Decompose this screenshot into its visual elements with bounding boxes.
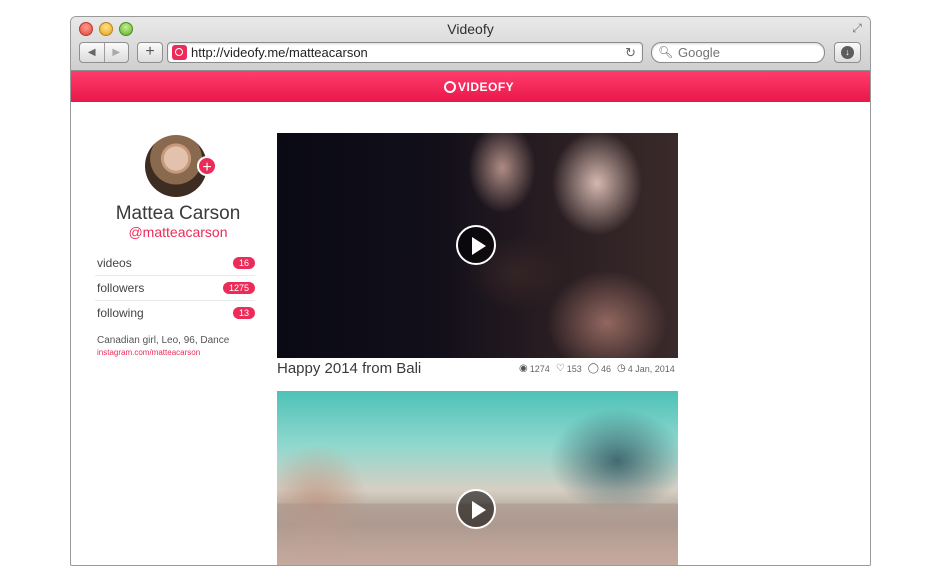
video-thumbnail[interactable]	[277, 133, 678, 358]
comments-stat[interactable]: ◯ 46	[588, 363, 611, 374]
back-button[interactable]: ◀	[80, 43, 104, 62]
comments-count: 46	[600, 363, 611, 374]
video-thumbnail[interactable]	[277, 391, 678, 565]
stat-label: videos	[97, 256, 132, 270]
likes-stat[interactable]: ♡ 153	[556, 363, 582, 374]
video-title[interactable]: Happy 2014 from Bali	[277, 360, 421, 377]
date-stat: ◷ 4 Jan, 2014	[617, 363, 675, 374]
forward-button[interactable]: ▶	[103, 43, 129, 62]
stat-videos[interactable]: videos 16	[95, 251, 255, 276]
new-tab-button[interactable]: +	[137, 42, 163, 63]
browser-window: Videofy ⤢ ◀ ▶ + http://videofy.me/mattea…	[70, 16, 871, 566]
address-bar[interactable]: http://videofy.me/matteacarson ↻	[167, 42, 643, 63]
download-icon: ↓	[841, 46, 854, 59]
profile-handle[interactable]: @matteacarson	[91, 224, 265, 240]
back-forward-control: ◀ ▶	[79, 42, 129, 63]
site-logo[interactable]: VIDEOFY	[444, 79, 514, 95]
browser-toolbar: Videofy ⤢ ◀ ▶ + http://videofy.me/mattea…	[71, 17, 870, 71]
search-icon: 🔍︎	[658, 45, 674, 59]
stat-label: followers	[97, 281, 145, 295]
stat-count-badge: 13	[232, 307, 255, 319]
stat-following[interactable]: following 13	[95, 301, 255, 325]
search-input[interactable]	[678, 43, 818, 62]
profile-name: Mattea Carson	[115, 203, 241, 224]
stat-count-badge: 1275	[222, 282, 255, 294]
stat-label: following	[97, 306, 144, 320]
logo-text: VIDEOFY	[458, 80, 515, 94]
reload-icon[interactable]: ↻	[625, 43, 636, 62]
profile-bio: Canadian girl, Leo, 96, Dance	[97, 335, 230, 346]
clock-icon: ◷	[616, 363, 626, 374]
likes-count: 153	[566, 363, 582, 374]
play-icon[interactable]	[456, 489, 496, 529]
search-field[interactable]: 🔍︎	[651, 42, 825, 63]
heart-icon: ♡	[555, 363, 565, 374]
window-title: Videofy	[447, 21, 494, 37]
video-stats: ◉ 1274 ♡ 153 ◯ 46 ◷ 4 Jan, 2014	[519, 363, 675, 374]
follow-button[interactable]: +	[197, 156, 217, 176]
site-header: VIDEOFY	[71, 71, 870, 102]
stat-count-badge: 16	[232, 257, 255, 269]
favicon-icon	[172, 45, 187, 60]
eye-icon: ◉	[519, 363, 528, 374]
views-stat: ◉ 1274	[519, 363, 550, 374]
stat-followers[interactable]: followers 1275	[95, 276, 255, 301]
downloads-button[interactable]: ↓	[834, 42, 861, 63]
comment-icon: ◯	[587, 363, 599, 374]
play-icon[interactable]	[456, 225, 496, 265]
fullscreen-icon[interactable]: ⤢	[850, 21, 864, 35]
profile-link[interactable]: instagram.com/matteacarson	[97, 348, 200, 357]
views-count: 1274	[529, 363, 550, 374]
video-date: 4 Jan, 2014	[627, 363, 675, 374]
url-text[interactable]: http://videofy.me/matteacarson	[191, 44, 368, 61]
logo-ring-icon	[444, 81, 456, 93]
